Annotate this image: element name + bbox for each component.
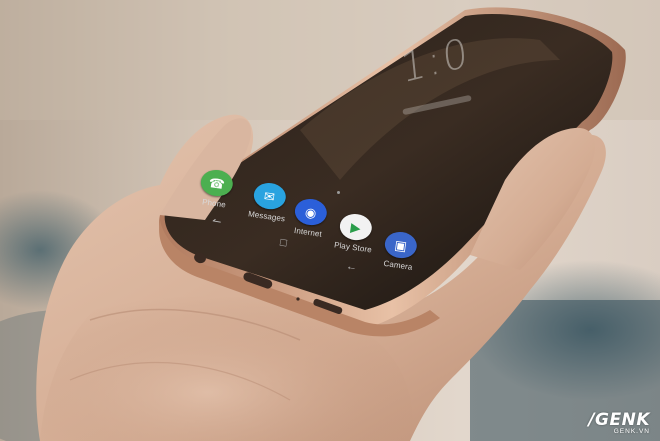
home-button-icon[interactable]: □ [279, 237, 288, 250]
genk-watermark: /GENK GENK.VN [588, 410, 650, 435]
watermark-brand: /GENK [588, 410, 650, 430]
messages-icon: ✉ [251, 180, 288, 212]
camera-icon: ▣ [383, 229, 419, 261]
watermark-brand-text: GENK [595, 410, 650, 430]
play-store-icon: ▶ [338, 211, 374, 243]
photo-background [0, 0, 660, 441]
app-phone[interactable]: ☎ Phone [198, 167, 235, 210]
recent-apps-icon[interactable]: ↼ [211, 215, 222, 228]
back-button-icon[interactable]: ← [345, 260, 358, 274]
app-camera[interactable]: ▣ Camera [382, 229, 419, 272]
app-internet[interactable]: ◉ Internet [292, 196, 329, 239]
page-indicator [337, 191, 340, 194]
app-play-store[interactable]: ▶ Play Store [334, 211, 377, 254]
app-messages[interactable]: ✉ Messages [248, 180, 290, 223]
photo-scene: 1:0 ☎ Phone ✉ Messages ◉ Internet ▶ Play… [0, 0, 660, 441]
phone-icon: ☎ [199, 167, 235, 199]
internet-icon: ◉ [293, 196, 329, 228]
